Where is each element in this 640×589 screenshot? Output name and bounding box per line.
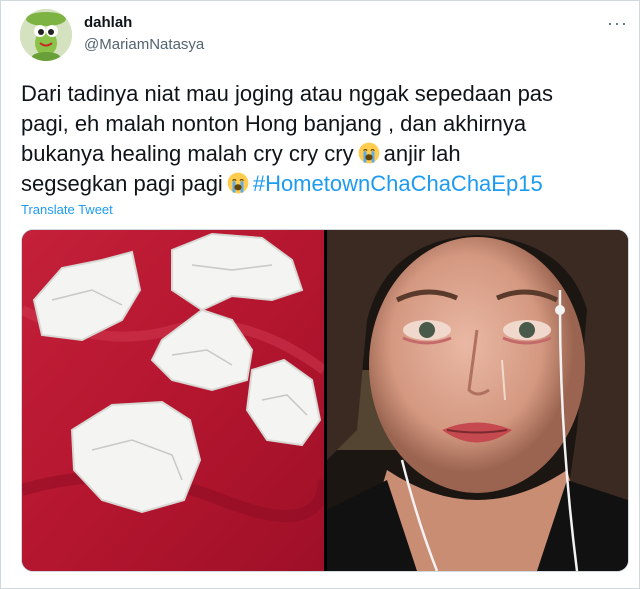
display-name[interactable]: dahlah bbox=[84, 14, 132, 31]
tweet-text-segment: bukanya healing malah cry cry cry bbox=[21, 141, 354, 166]
tweet-text-line: pagi, eh malah nonton Hong banjang , dan… bbox=[21, 111, 527, 136]
translate-tweet-link[interactable]: Translate Tweet bbox=[21, 202, 113, 217]
loudly-crying-face-emoji-icon bbox=[227, 172, 249, 194]
more-horizontal-icon[interactable]: ··· bbox=[607, 13, 628, 34]
tweet-card[interactable]: dahlah @MariamNatasya ··· Dari tadinya n… bbox=[0, 0, 640, 589]
avatar[interactable] bbox=[20, 9, 72, 61]
frog-avatar-image bbox=[20, 9, 72, 61]
tweet-text-segment: segsegkan pagi pagi bbox=[21, 171, 223, 196]
tweet-text-line: segsegkan pagi pagi #HometownChaChaChaEp1… bbox=[21, 169, 621, 199]
tweet-text-line: Dari tadinya niat mau joging atau nggak … bbox=[21, 81, 554, 106]
tweet-text-line: bukanya healing malah cry cry cry anjir l… bbox=[21, 139, 621, 169]
loudly-crying-face-emoji-icon bbox=[358, 142, 379, 164]
crying-woman-photo[interactable] bbox=[327, 230, 628, 571]
media-grid[interactable] bbox=[21, 229, 629, 572]
hashtag-link[interactable]: #HometownChaChaChaEp15 bbox=[253, 171, 543, 196]
tweet-text: Dari tadinya niat mau joging atau nggak … bbox=[21, 79, 621, 199]
tweet-text-segment: anjir lah bbox=[383, 141, 461, 166]
user-handle[interactable]: @MariamNatasya bbox=[84, 36, 204, 53]
tissues-photo[interactable] bbox=[22, 230, 324, 571]
